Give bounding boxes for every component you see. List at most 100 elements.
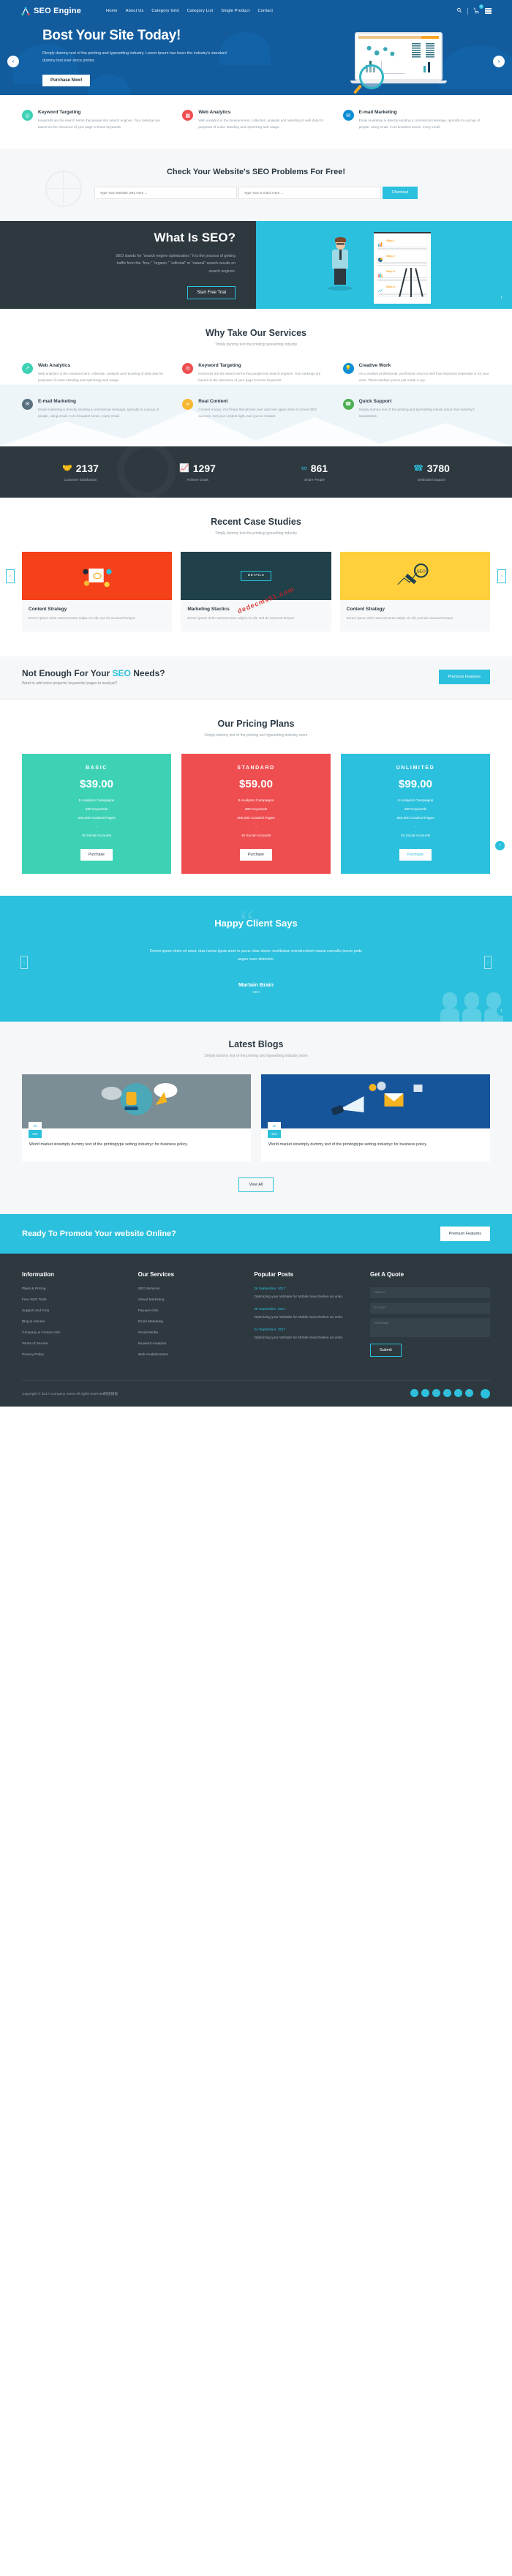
footer-link[interactable]: Blog & Articles — [22, 1320, 127, 1324]
linkedin-icon[interactable]: in — [432, 1388, 440, 1397]
nav-item-category-grid[interactable]: Category Grid — [151, 9, 178, 13]
post-date[interactable]: 24 September, 2017 — [254, 1328, 358, 1332]
nav-item-single-product[interactable]: Single Product — [221, 9, 249, 13]
footer-column-information: Information Plans & Pricing Free SEO Too… — [22, 1271, 127, 1364]
checkout-button[interactable]: Checkout — [382, 186, 418, 199]
post-date[interactable]: 26 September, 2017 — [254, 1287, 358, 1291]
nav-actions: 2 — [456, 4, 492, 15]
purchase-button[interactable]: Purchase — [80, 848, 113, 861]
email-field[interactable] — [369, 1302, 491, 1314]
testimonial-next-button[interactable]: › — [484, 956, 492, 970]
footer-link[interactable]: SEO Services — [138, 1287, 243, 1291]
blog-text: World market stosimply dummy text of the… — [268, 1142, 428, 1147]
site-footer: Information Plans & Pricing Free SEO Too… — [0, 1253, 512, 1407]
board-step-label: Step 1 — [386, 239, 396, 243]
start-free-trial-button[interactable]: Start Free Trial — [187, 286, 236, 300]
testimonial-role: CEO — [252, 989, 260, 994]
handshake-icon: 🤝 — [62, 464, 72, 473]
nav-item-home[interactable]: Home — [106, 9, 118, 13]
testimonial-prev-button[interactable]: ‹ — [20, 956, 28, 970]
cases-title: Recent Case Studies — [211, 516, 301, 527]
pricing-plan-basic: BASIC $39.00 5 Analytics Campaigns 300 K… — [22, 753, 171, 874]
pinterest-icon[interactable]: p — [443, 1388, 451, 1397]
footer-link[interactable]: Terms of Service — [22, 1342, 127, 1346]
cases-next-button[interactable]: › — [497, 569, 506, 583]
scroll-top-button[interactable]: ↑ — [497, 293, 506, 303]
cta-title: Not Enough For Your SEO Needs? — [22, 667, 165, 678]
footer-column-services: Our Services SEO Services Virtual Market… — [138, 1271, 243, 1364]
hamburger-icon[interactable] — [485, 8, 492, 14]
feature-card: ◎ Keyword Targeting Keywords are the sea… — [22, 110, 169, 131]
post-text[interactable]: Optimizing your Website for Mobile Searc… — [254, 1314, 358, 1321]
service-card: ✉ E-mail Marketing Email marketing is di… — [22, 398, 169, 420]
footer-link[interactable]: Social Media — [138, 1331, 243, 1335]
footer-link[interactable]: Web Analyticsment — [138, 1353, 243, 1357]
footer-link[interactable]: Email Marketing — [138, 1320, 243, 1324]
nav-item-about[interactable]: About Us — [126, 9, 144, 13]
purchase-now-button[interactable]: Purchase Now! — [42, 75, 91, 86]
email-input[interactable] — [238, 186, 381, 199]
search-icon[interactable] — [456, 7, 462, 15]
premium-features-button[interactable]: Premium Features — [440, 1226, 490, 1241]
cta-band: Not Enough For Your SEO Needs? Want to a… — [0, 656, 512, 700]
chart-icon — [377, 238, 383, 247]
service-text: As a creative professional, you'll know … — [358, 371, 489, 382]
details-button[interactable]: DETAILS — [240, 570, 272, 581]
logo[interactable]: SEO Engine — [20, 6, 81, 16]
post-date[interactable]: 25 September, 2017 — [254, 1308, 358, 1311]
youtube-icon[interactable]: ▶ — [465, 1388, 473, 1397]
hero-next-button[interactable]: › — [493, 56, 505, 67]
case-card[interactable]: DETAILS Marketing Stactics Borem ipsum d… — [181, 551, 331, 632]
message-field[interactable] — [369, 1317, 491, 1337]
footer-link[interactable]: Keyword Analytics — [138, 1342, 243, 1346]
hero-prev-button[interactable]: ‹ — [7, 56, 19, 67]
footer-link[interactable]: Pay-per-click — [138, 1309, 243, 1313]
footer-link[interactable]: Support and FAQ — [22, 1309, 127, 1313]
nav-item-category-list[interactable]: Category List — [187, 9, 214, 13]
share-icon: ∞ — [301, 463, 307, 473]
twitter-icon[interactable]: t — [421, 1388, 429, 1397]
submit-button[interactable]: Submit — [369, 1343, 402, 1357]
blog-image: 20 Oct — [261, 1074, 490, 1138]
case-card[interactable]: SEO Content Strategy Borem ipsum dolor s… — [339, 551, 490, 632]
line-graph-icon — [377, 284, 383, 293]
cart-icon[interactable]: 2 — [473, 4, 483, 15]
name-field[interactable] — [369, 1287, 491, 1298]
counter-label: Dedicated Support — [417, 477, 446, 482]
people-decoration — [440, 992, 503, 1022]
footer-link[interactable]: Company & Contact Info — [22, 1331, 127, 1335]
feature-text: Web analytics is the measurement, collec… — [198, 119, 324, 129]
cases-subtitle: Timply dummy text the printing typesetti… — [214, 531, 298, 536]
plan-name: STANDARD — [237, 765, 275, 771]
blog-card[interactable]: 20 Oct World market stosimply dummy text… — [261, 1074, 490, 1161]
footer-column-quote: Get A Quote Submit — [369, 1271, 491, 1364]
website-url-input[interactable] — [94, 186, 237, 199]
facebook-icon[interactable]: f — [410, 1388, 418, 1397]
feature-card: ▩ Web Analytics Web analytics is the mea… — [182, 110, 329, 131]
main-nav: Home About Us Category Grid Category Lis… — [106, 9, 456, 13]
footer-link[interactable]: Plans & Pricing — [22, 1287, 127, 1291]
service-card: ∞ Real Content Content is king. You'll h… — [182, 398, 329, 420]
scroll-top-button[interactable]: ↑ — [481, 1388, 490, 1399]
purchase-button[interactable]: Purchase — [399, 848, 432, 861]
cases-prev-button[interactable]: ‹ — [6, 569, 15, 583]
footer-link[interactable]: Privacy Policy — [22, 1353, 127, 1357]
skype-icon[interactable]: s — [454, 1388, 462, 1397]
purchase-button[interactable]: Purchase — [240, 848, 272, 861]
premium-features-button[interactable]: Premium Features — [438, 669, 490, 684]
share-icon: ∞ — [182, 398, 194, 410]
scroll-top-button[interactable]: ↑ — [495, 840, 505, 850]
scroll-top-button[interactable]: ↑ — [497, 1006, 506, 1016]
footer-link[interactable]: Virtual Marketing — [138, 1298, 243, 1302]
case-card[interactable]: Content Strategy Borem ipsum dolor samns… — [22, 551, 173, 632]
post-text[interactable]: Optimizing your Website for Mobile Searc… — [254, 1335, 358, 1341]
view-all-button[interactable]: View All — [238, 1177, 274, 1192]
counter-value: 1297 — [192, 462, 216, 474]
nav-item-contact[interactable]: Contact — [257, 9, 273, 13]
counter-item: 🤝 2137 Customer Satisfaction — [22, 463, 139, 482]
post-text[interactable]: Optimizing your Website for Mobile Searc… — [254, 1294, 358, 1300]
footer-link[interactable]: Free SEO Tools — [22, 1298, 127, 1302]
blog-card[interactable]: 20 Oct World market stosimply dummy text… — [22, 1074, 251, 1161]
counter-item: ☎ 3780 Dedicated Support — [373, 463, 490, 482]
pricing-plan-unlimited: UNLIMITED $99.00 5 Analytics Campaigns 3… — [341, 753, 490, 874]
